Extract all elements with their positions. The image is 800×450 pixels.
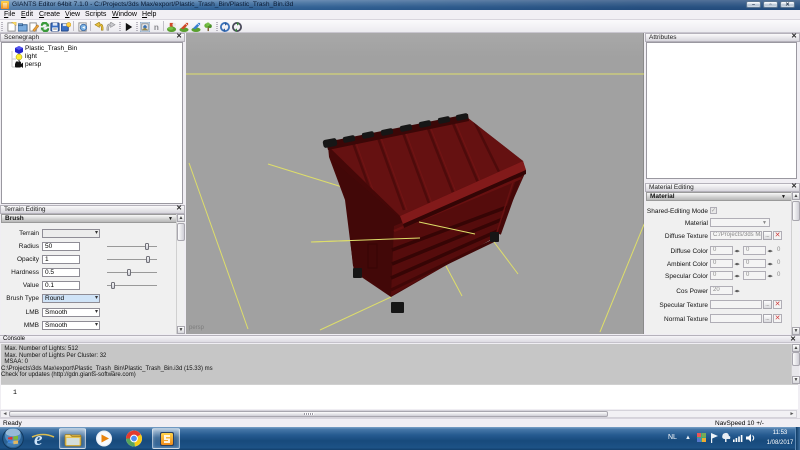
svg-text:n: n <box>154 23 159 32</box>
svg-text:e: e <box>34 429 43 449</box>
